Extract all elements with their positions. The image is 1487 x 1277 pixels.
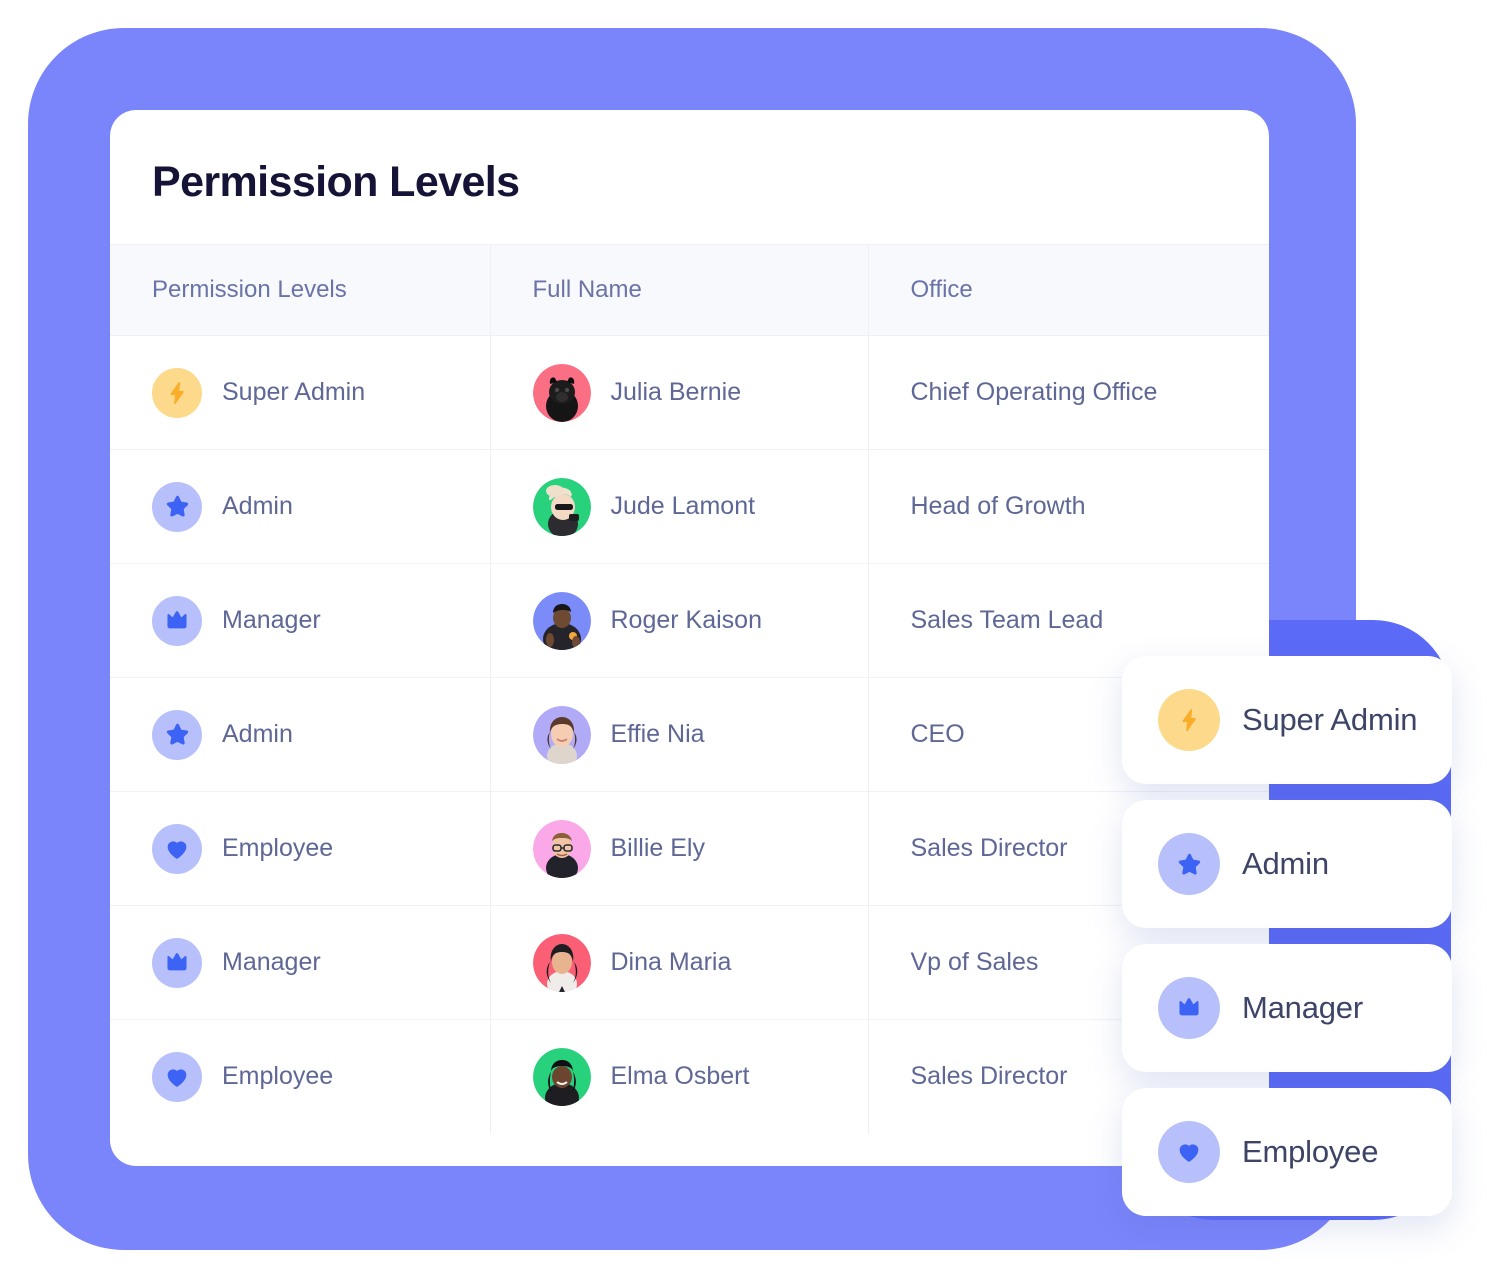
office-label: CEO <box>910 720 965 748</box>
crown-icon <box>152 595 202 646</box>
permission-level-label: Super Admin <box>222 378 366 406</box>
cell-permission-level: Employee <box>110 791 491 906</box>
cell-full-name: Billie Ely <box>490 791 869 906</box>
permission-level-label: Manager <box>222 948 321 976</box>
avatar <box>532 363 591 422</box>
table-row[interactable]: Manager Roger Kaison Sales Team Lead <box>110 563 1269 678</box>
cell-full-name: Effie Nia <box>490 677 869 792</box>
full-name-label: Roger Kaison <box>610 606 762 634</box>
cell-full-name: Elma Osbert <box>490 1019 869 1134</box>
floating-role-label: Super Admin <box>1242 702 1418 737</box>
cell-permission-level: Admin <box>110 677 491 792</box>
full-name-label: Jude Lamont <box>610 492 756 520</box>
table-row[interactable]: Manager Dina Maria Vp of Sales <box>110 905 1269 1020</box>
floating-role-label: Employee <box>1242 1134 1379 1169</box>
permission-levels-table: Permission Levels Full Name Office Super… <box>110 244 1269 1134</box>
cell-office: Head of Growth <box>868 449 1269 564</box>
permission-level-label: Manager <box>222 606 321 634</box>
crown-icon <box>1158 977 1220 1039</box>
cell-permission-level: Manager <box>110 563 491 678</box>
screenshot-stage: Permission Levels Permission Levels Full… <box>0 0 1487 1277</box>
floating-role-label: Admin <box>1242 846 1329 881</box>
avatar <box>532 705 591 764</box>
full-name-label: Julia Bernie <box>610 378 742 406</box>
floating-role-card-admin[interactable]: Admin <box>1122 800 1452 928</box>
floating-role-card-manager[interactable]: Manager <box>1122 944 1452 1072</box>
lightning-bolt-icon <box>1158 689 1220 751</box>
office-label: Sales Director <box>910 1062 1068 1091</box>
column-header-permission-levels: Permission Levels <box>110 244 491 336</box>
table-row[interactable]: Admin Jude Lamont Head of Growth <box>110 449 1269 564</box>
full-name-label: Billie Ely <box>610 834 705 862</box>
office-label: Chief Operating Office <box>910 378 1158 406</box>
avatar <box>532 933 591 992</box>
avatar <box>532 591 591 650</box>
floating-role-card-super-admin[interactable]: Super Admin <box>1122 656 1452 784</box>
table-row[interactable]: Employee Elma Osbert Sales Director <box>110 1019 1269 1134</box>
star-icon <box>152 709 202 760</box>
floating-role-label: Manager <box>1242 990 1363 1025</box>
cell-full-name: Julia Bernie <box>490 335 869 450</box>
column-header-full-name: Full Name <box>490 244 869 336</box>
permission-level-label: Employee <box>222 834 334 862</box>
avatar <box>532 819 591 878</box>
permission-level-label: Admin <box>222 492 293 520</box>
permission-level-label: Employee <box>222 1062 334 1091</box>
permission-levels-card: Permission Levels Permission Levels Full… <box>110 110 1269 1166</box>
cell-permission-level: Employee <box>110 1019 491 1134</box>
full-name-label: Elma Osbert <box>610 1062 750 1091</box>
table-row[interactable]: Super Admin Julia Bernie Chief Operating O… <box>110 335 1269 450</box>
lightning-bolt-icon <box>152 367 202 418</box>
table-row[interactable]: Employee Billie Ely Sales Director <box>110 791 1269 906</box>
heart-icon <box>1158 1121 1220 1183</box>
crown-icon <box>152 937 202 988</box>
office-label: Head of Growth <box>910 492 1086 520</box>
column-header-office: Office <box>868 244 1269 336</box>
office-label: Sales Director <box>910 834 1068 862</box>
cell-permission-level: Admin <box>110 449 491 564</box>
cell-full-name: Jude Lamont <box>490 449 869 564</box>
cell-permission-level: Super Admin <box>110 335 491 450</box>
office-label: Vp of Sales <box>910 948 1039 976</box>
full-name-label: Dina Maria <box>610 948 732 976</box>
page-title: Permission Levels <box>152 158 520 206</box>
permission-level-label: Admin <box>222 720 293 748</box>
heart-icon <box>152 823 202 874</box>
avatar <box>532 477 591 536</box>
floating-role-card-employee[interactable]: Employee <box>1122 1088 1452 1216</box>
table-header-row: Permission Levels Full Name Office <box>110 244 1269 336</box>
table-row[interactable]: Admin Effie Nia CEO <box>110 677 1269 792</box>
star-icon <box>1158 833 1220 895</box>
cell-full-name: Dina Maria <box>490 905 869 1020</box>
full-name-label: Effie Nia <box>610 720 705 748</box>
cell-office: Chief Operating Office <box>868 335 1269 450</box>
star-icon <box>152 481 202 532</box>
heart-icon <box>152 1051 202 1102</box>
cell-full-name: Roger Kaison <box>490 563 869 678</box>
table-body: Super Admin Julia Bernie Chief Operating O… <box>110 335 1269 1134</box>
cell-permission-level: Manager <box>110 905 491 1020</box>
avatar <box>532 1047 591 1106</box>
table-header: Permission Levels Full Name Office <box>110 244 1269 336</box>
office-label: Sales Team Lead <box>910 606 1104 634</box>
